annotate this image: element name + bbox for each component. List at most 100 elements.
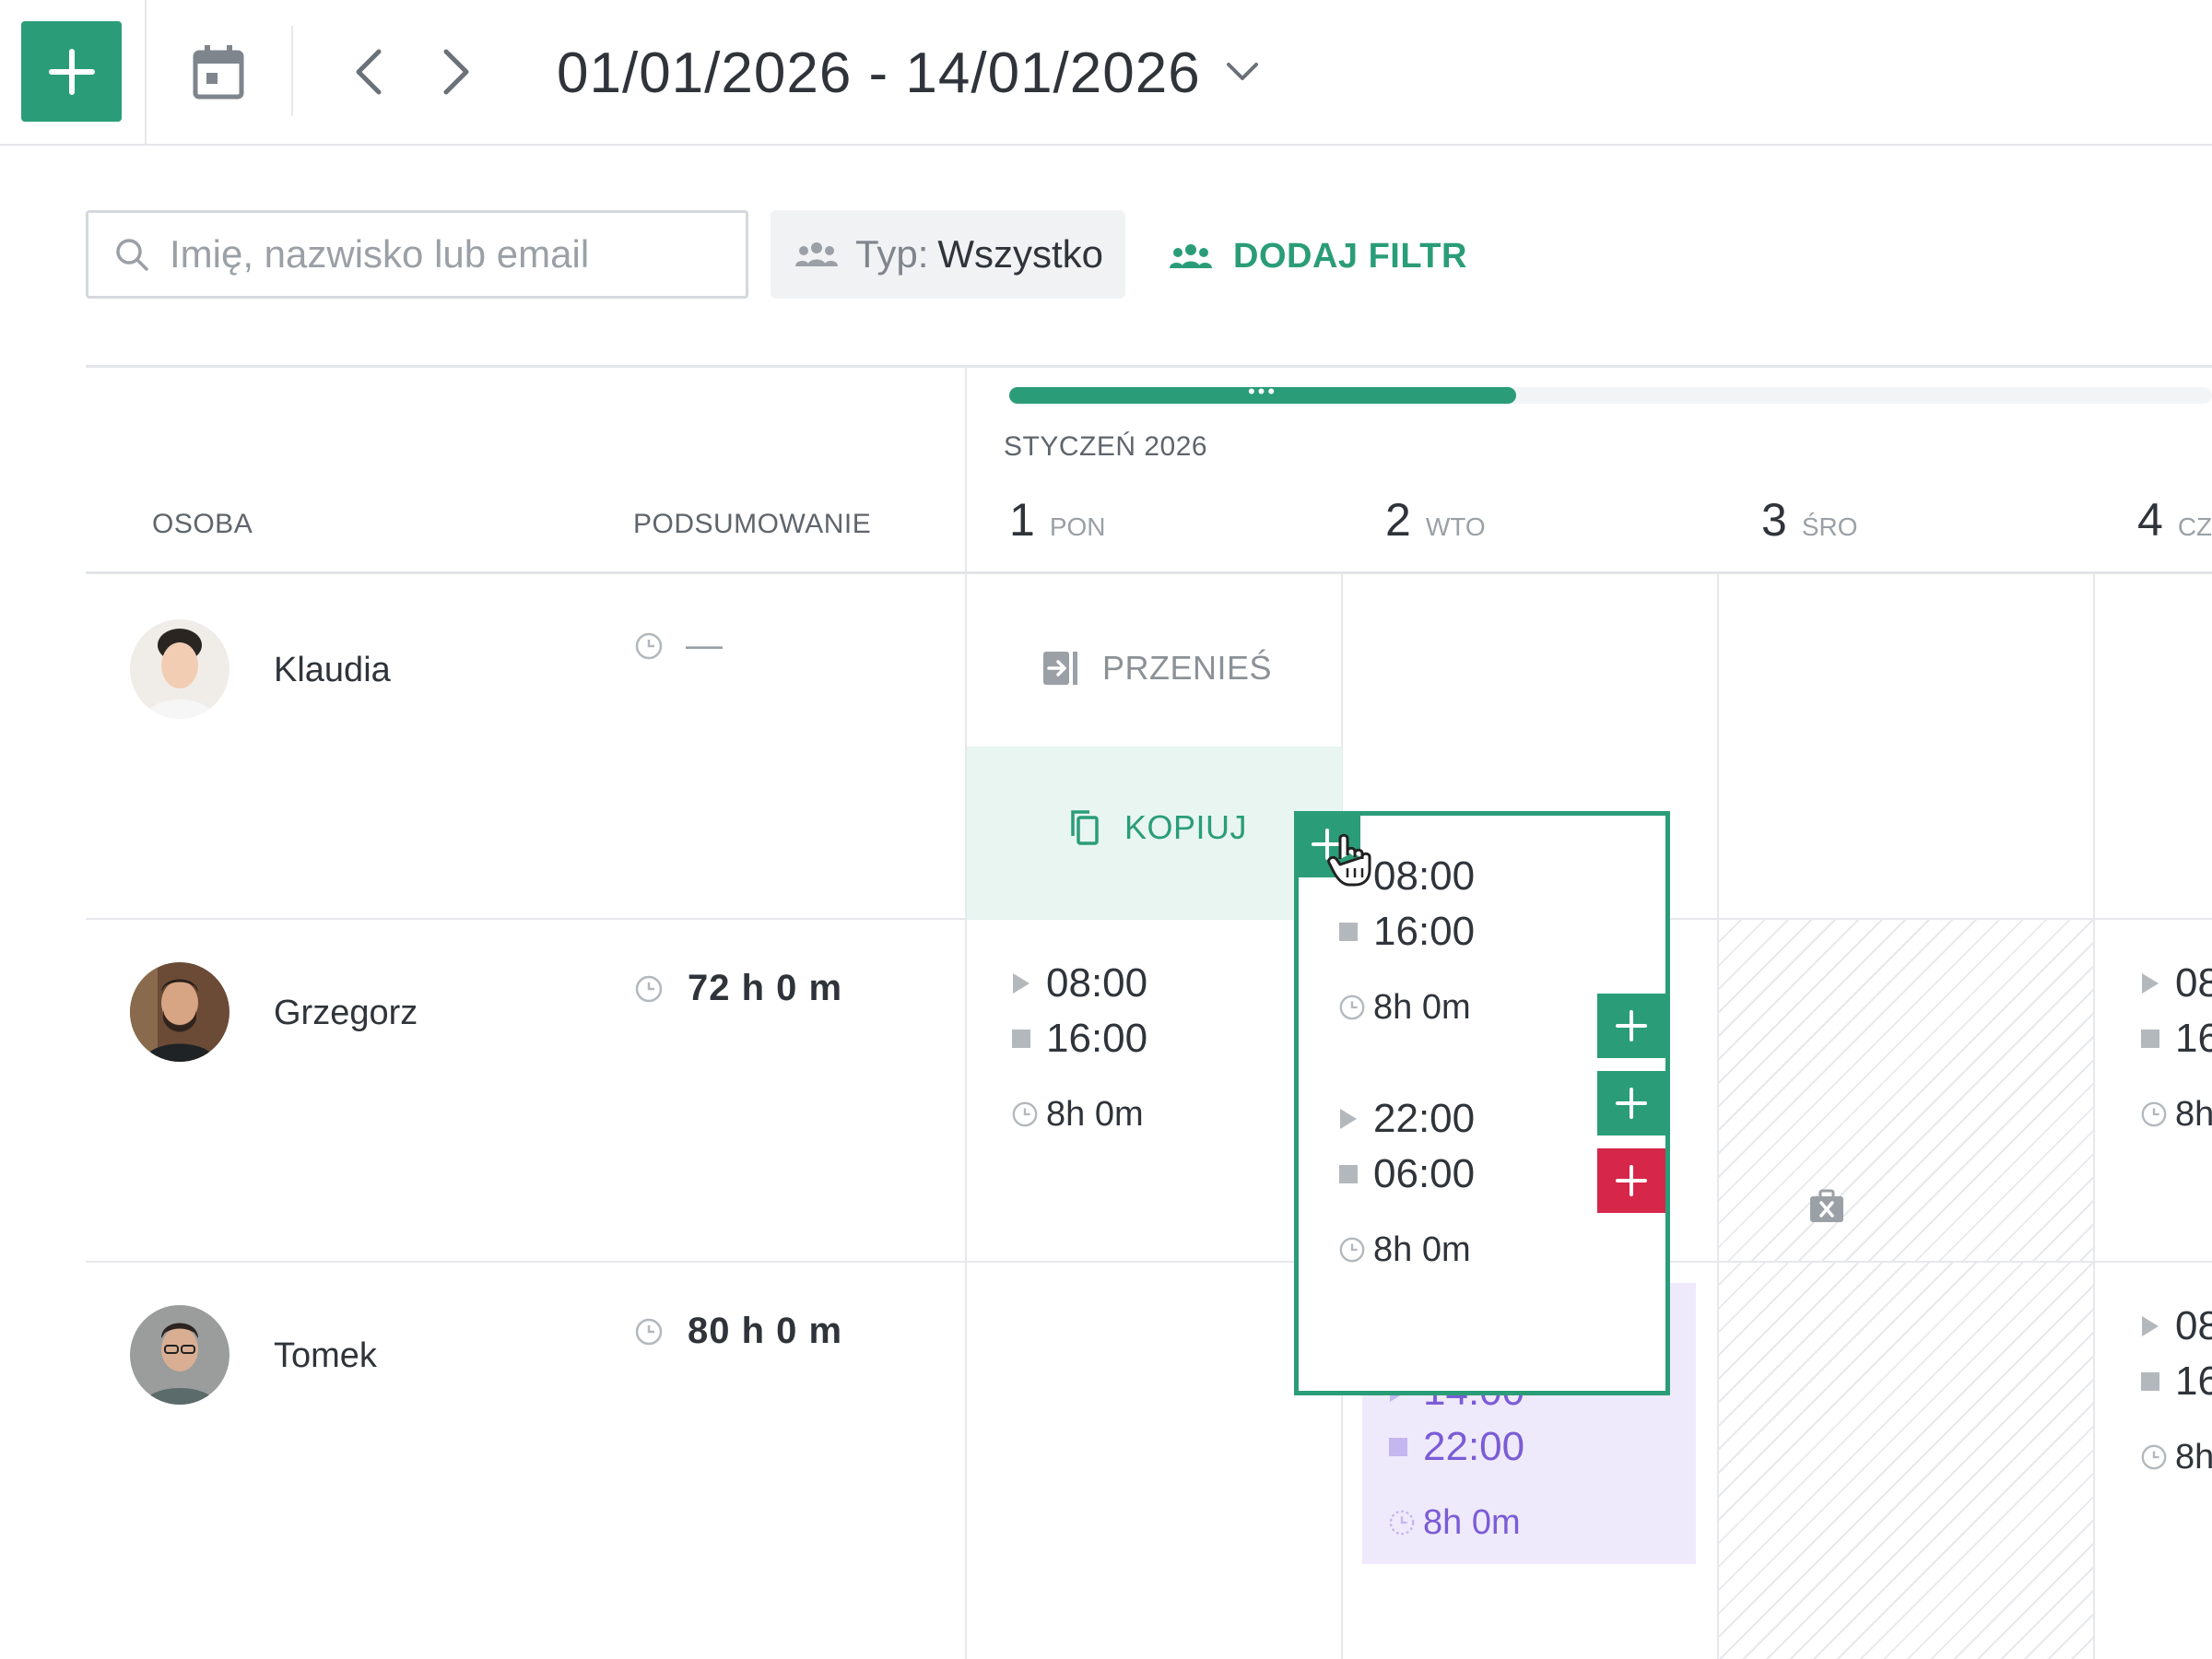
people-icon xyxy=(795,242,838,266)
day-header: 2 WTO xyxy=(1385,493,1486,547)
stop-icon xyxy=(1388,1437,1423,1457)
shift-duration: 8h 0m xyxy=(1373,987,1471,1027)
type-filter[interactable]: Typ: Wszystko xyxy=(771,210,1125,299)
unavailable-icon xyxy=(1808,1189,1845,1229)
type-filter-value: Wszystko xyxy=(937,232,1104,276)
move-button[interactable]: PRZENIEŚ xyxy=(1041,645,1272,691)
add-shift-option-button[interactable] xyxy=(1597,1071,1665,1135)
day-name: WTO xyxy=(1425,512,1486,541)
date-range-selector[interactable]: 01/01/2026 - 14/01/2026 xyxy=(557,37,1201,111)
person-name[interactable]: Klaudia xyxy=(274,651,391,690)
shift-duration: 8h 0m xyxy=(1373,1230,1471,1269)
day-header: 4 CZW xyxy=(2137,493,2212,547)
column-header-summary: PODSUMOWANIE xyxy=(633,509,872,539)
calendar-button[interactable] xyxy=(184,32,253,112)
column-header-person: OSOBA xyxy=(152,509,253,539)
stop-icon xyxy=(1338,922,1373,942)
shift-end: 22:00 xyxy=(1423,1424,1525,1469)
summary-hours: 80 h 0 m xyxy=(634,1311,842,1352)
chevron-left-icon xyxy=(356,49,382,95)
shift-start: 08:00 xyxy=(2175,1303,2212,1348)
shift-end: 06:00 xyxy=(1373,1151,1476,1196)
avatar xyxy=(130,1305,229,1405)
shift-duration: 8h 0m xyxy=(1046,1094,1144,1134)
clock-icon xyxy=(1388,1509,1423,1536)
add-shift-button[interactable] xyxy=(21,21,122,122)
date-range-dropdown[interactable] xyxy=(1218,48,1266,96)
shift-duration: 8h 0m xyxy=(2175,1094,2212,1134)
chevron-right-icon xyxy=(443,49,469,95)
day-name: ŚRO xyxy=(1801,512,1858,541)
summary-value: 72 h 0 m xyxy=(688,968,843,1008)
grid-divider xyxy=(965,367,967,1659)
hand-cursor-icon xyxy=(1327,831,1373,891)
search-placeholder: Imię, nazwisko lub email xyxy=(170,232,590,276)
add-shift-option-button[interactable] xyxy=(1597,994,1665,1058)
stop-icon xyxy=(1011,1029,1046,1049)
stop-icon xyxy=(2140,1029,2175,1049)
copy-icon xyxy=(1071,810,1099,845)
play-icon xyxy=(1338,1107,1373,1131)
clock-icon xyxy=(1011,1100,1046,1128)
shift-end: 16:00 xyxy=(1046,1016,1148,1061)
type-filter-label: Typ: xyxy=(855,232,929,276)
play-icon xyxy=(2140,1314,2175,1338)
shift-block[interactable]: 08:00 16:00 8h 0m xyxy=(2140,1299,2212,1485)
clock-icon xyxy=(1338,994,1373,1021)
avatar xyxy=(130,962,229,1062)
day-name: PON xyxy=(1049,512,1106,541)
clock-icon xyxy=(635,632,663,659)
day-cell-clipped: 08:00 16:00 8h 0m xyxy=(2093,1263,2212,1659)
move-icon xyxy=(1043,652,1077,685)
shift-duration: 8h 0m xyxy=(1423,1502,1521,1542)
clock-icon xyxy=(2140,1443,2175,1471)
shift-duration: 8h 0m xyxy=(2175,1437,2212,1477)
plus-icon xyxy=(1616,1088,1647,1119)
search-field[interactable]: Imię, nazwisko lub email xyxy=(86,210,748,299)
avatar xyxy=(130,619,229,719)
calendar-icon xyxy=(193,45,244,100)
toolbar-divider xyxy=(291,26,293,116)
day-header: 1 PON xyxy=(1009,493,1106,547)
add-filter-button[interactable]: DODAJ FILTR xyxy=(1169,221,1467,291)
grid-divider xyxy=(86,571,2212,574)
shift-block[interactable]: 08:00 16:00 8h 0m xyxy=(2140,956,2212,1142)
shift-end: 16:00 xyxy=(1373,909,1476,954)
day-number: 4 xyxy=(2137,494,2163,546)
unavailable-cell xyxy=(1719,920,2093,1261)
plus-icon xyxy=(48,48,95,95)
shift-start: 08:00 xyxy=(1373,853,1476,899)
day-number: 3 xyxy=(1761,494,1787,546)
toolbar-divider xyxy=(145,0,147,146)
day-name: CZW xyxy=(2177,512,2212,541)
clock-icon xyxy=(1338,1236,1373,1264)
shift-block[interactable]: 08:00 16:00 8h 0m xyxy=(1011,956,1147,1142)
summary-hours: — xyxy=(634,625,724,666)
previous-period-button[interactable] xyxy=(341,37,396,107)
people-icon xyxy=(1170,244,1212,268)
summary-value: 80 h 0 m xyxy=(688,1311,843,1351)
day-header: 3 ŚRO xyxy=(1761,493,1858,547)
summary-hours: 72 h 0 m xyxy=(634,968,842,1009)
next-period-button[interactable] xyxy=(429,37,484,107)
plus-icon xyxy=(1616,1010,1647,1041)
day-cell-clipped: 08:00 16:00 8h 0m xyxy=(2093,920,2212,1261)
play-icon xyxy=(1011,971,1046,995)
shift-end: 16:00 xyxy=(2175,1359,2212,1404)
add-shift-option-button-red[interactable] xyxy=(1597,1148,1665,1213)
clock-icon xyxy=(635,975,663,1002)
copy-button[interactable]: KOPIUJ xyxy=(1069,805,1247,851)
move-label: PRZENIEŚ xyxy=(1102,649,1273,687)
shift-start: 08:00 xyxy=(1046,960,1148,1006)
scrollbar-grip: ••• xyxy=(1247,380,1278,403)
grid-divider xyxy=(86,365,2212,368)
person-name[interactable]: Tomek xyxy=(274,1336,377,1376)
person-name[interactable]: Grzegorz xyxy=(274,994,418,1033)
popup-shift-option[interactable]: 22:00 06:00 8h 0m xyxy=(1338,1091,1475,1277)
shift-start: 22:00 xyxy=(1373,1096,1476,1141)
chevron-down-icon xyxy=(1227,63,1258,80)
summary-value: — xyxy=(686,625,724,665)
month-label: STYCZEŃ 2026 xyxy=(1004,431,1208,462)
shift-start: 08:00 xyxy=(2175,960,2212,1006)
add-filter-label: DODAJ FILTR xyxy=(1233,236,1467,276)
